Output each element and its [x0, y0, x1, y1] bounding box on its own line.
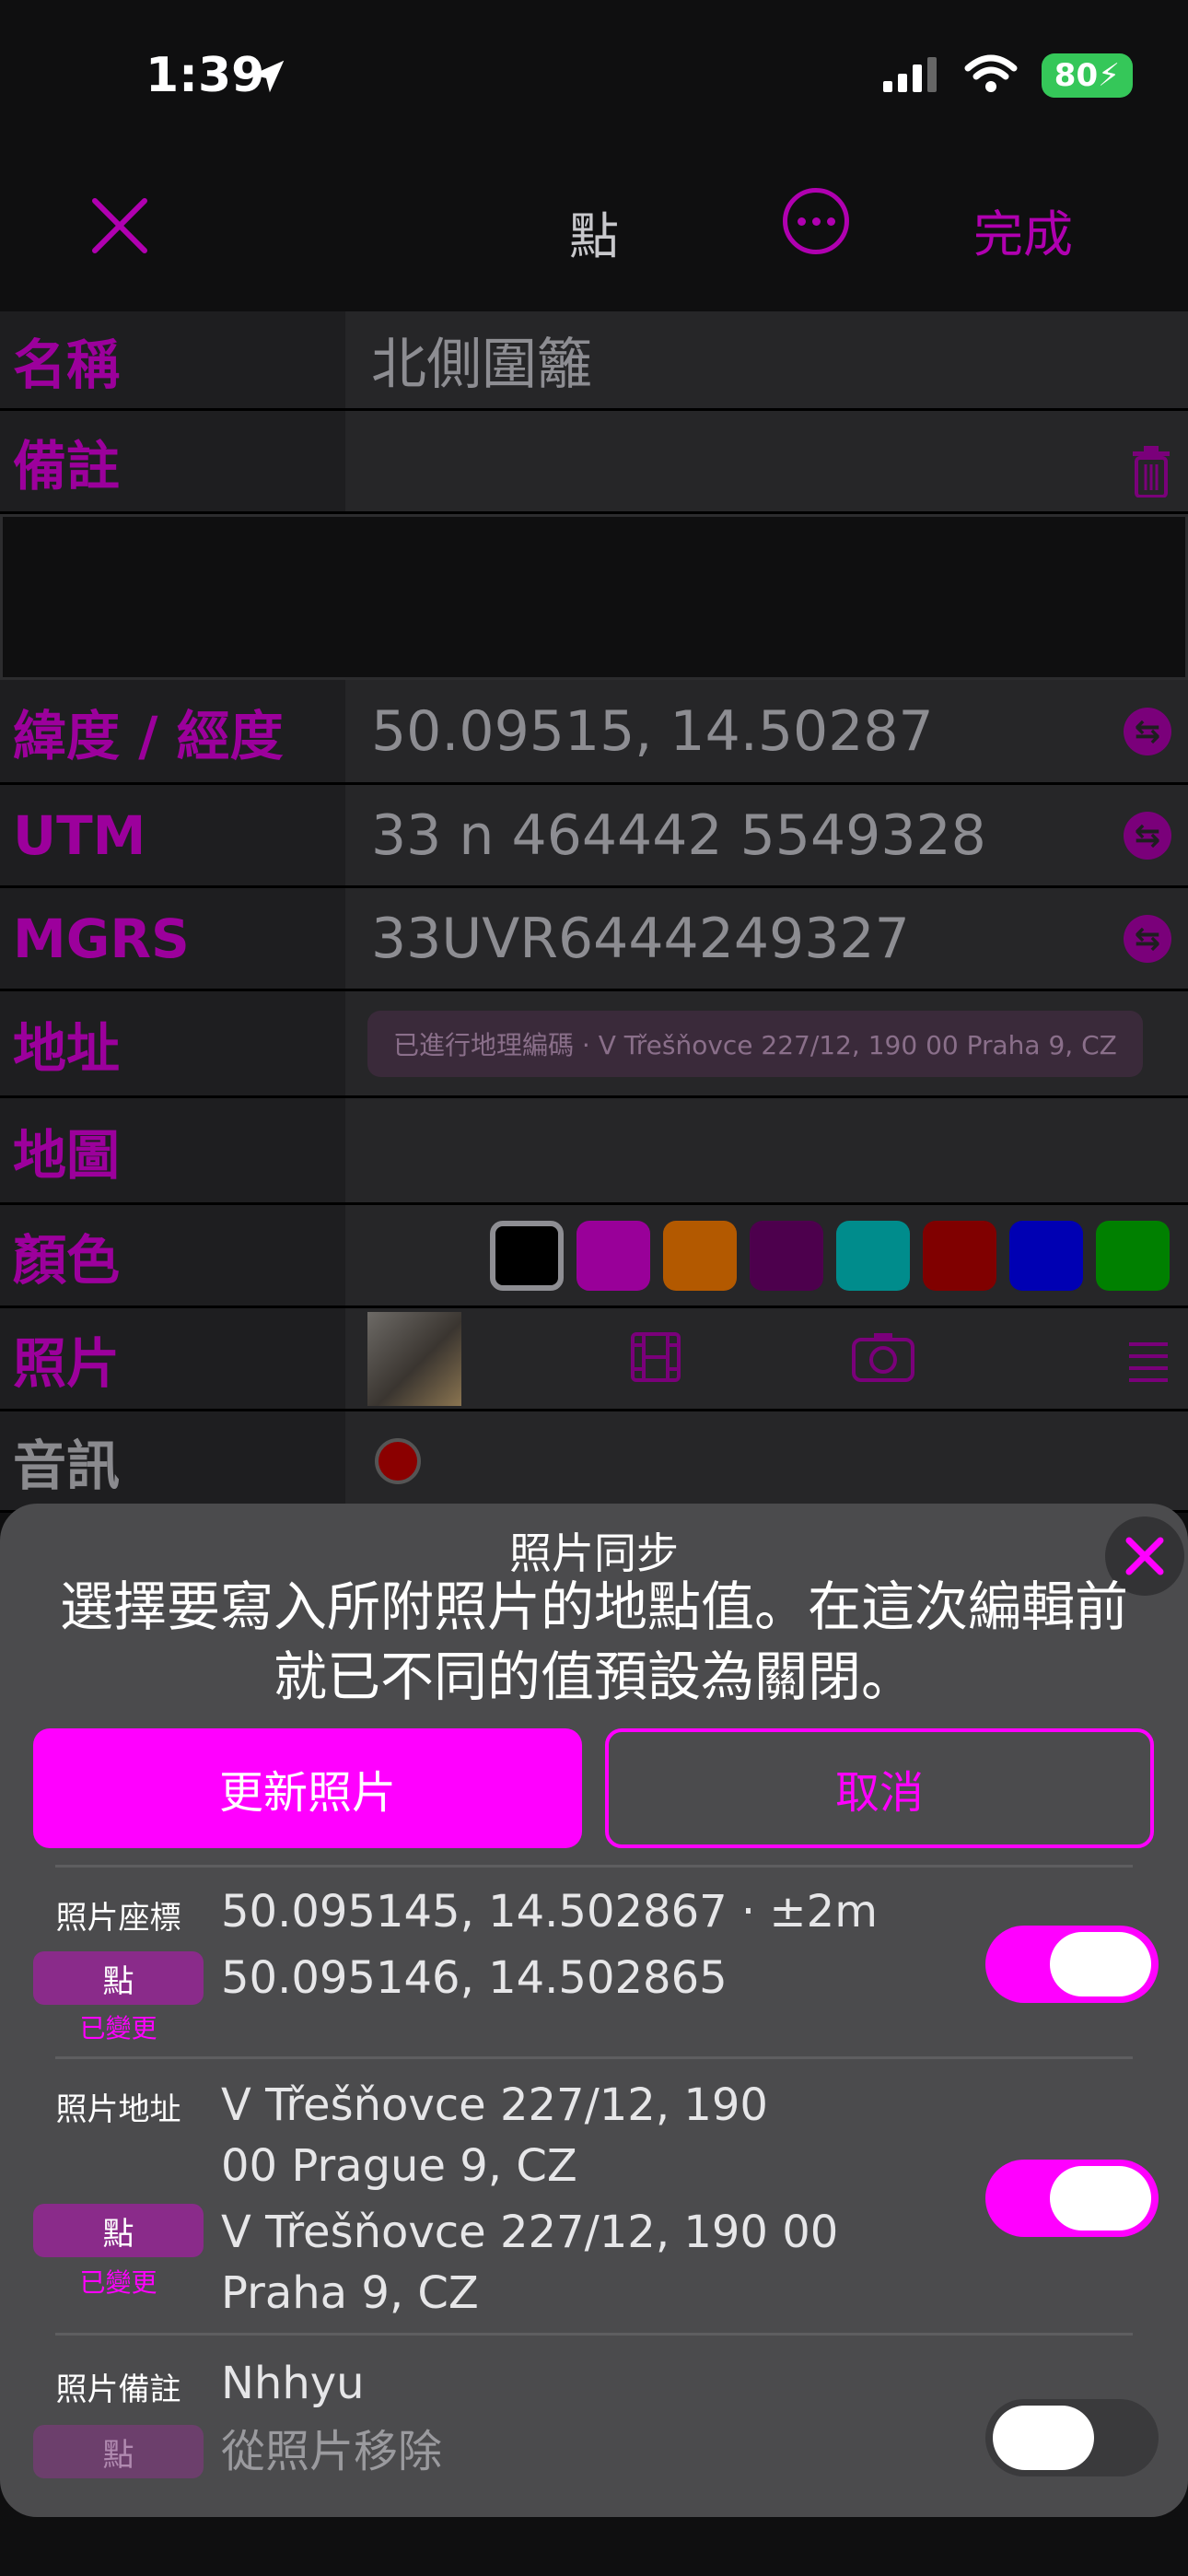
battery-level: 80: [1054, 57, 1099, 94]
mgrs-label: MGRS: [0, 888, 345, 989]
point-badge: 點: [33, 2425, 204, 2478]
color-row: 顏色: [0, 1205, 1188, 1308]
changed-badge: 已變更: [79, 2013, 157, 2043]
camera-icon[interactable]: [850, 1330, 916, 1398]
photo-address-value: V Třešňovce 227/12, 190 00 Prague 9, CZ: [221, 2079, 768, 2192]
color-label: 顏色: [0, 1205, 345, 1306]
audio-row: 音訊: [0, 1411, 1188, 1513]
color-swatch[interactable]: [1009, 1220, 1083, 1291]
map-row: 地圖: [0, 1098, 1188, 1205]
list-icon[interactable]: [1127, 1334, 1170, 1399]
address-chip[interactable]: 已進行地理編碼 · V Třešňovce 227/12, 190 00 Pra…: [367, 1010, 1143, 1077]
notes-textarea[interactable]: [0, 514, 1188, 680]
mgrs-row: MGRS 33UVR6444249327 ⇆: [0, 888, 1188, 991]
latlon-field[interactable]: 50.09515, 14.50287: [371, 699, 934, 764]
item-label: 照片備註: [55, 2371, 181, 2408]
mgrs-field[interactable]: 33UVR6444249327: [371, 907, 910, 971]
address-toggle[interactable]: [985, 2160, 1159, 2237]
item-label: 照片座標: [55, 1900, 181, 1937]
point-address-value: V Třešňovce 227/12, 190 00 Praha 9, CZ: [221, 2207, 839, 2319]
cancel-button[interactable]: 取消: [605, 1728, 1154, 1848]
photo-thumbnail[interactable]: [367, 1311, 461, 1406]
notes-toggle[interactable]: [985, 2399, 1159, 2476]
map-field[interactable]: [345, 1098, 1188, 1202]
cellular-signal-icon: [881, 55, 940, 96]
latlon-label: 緯度 / 經度: [0, 680, 345, 782]
location-arrow-icon: [247, 55, 289, 101]
color-picker: [345, 1205, 1188, 1306]
update-photo-button[interactable]: 更新照片: [33, 1728, 582, 1848]
audio-label: 音訊: [0, 1411, 345, 1510]
point-notes-value: 從照片移除: [221, 2426, 443, 2477]
map-label: 地圖: [0, 1098, 345, 1202]
photo-label: 照片: [0, 1308, 345, 1409]
name-label: 名稱: [0, 311, 345, 408]
coordinates-toggle[interactable]: [985, 1926, 1159, 2003]
name-field[interactable]: 北側圍籬: [345, 311, 1188, 408]
film-icon[interactable]: [629, 1330, 682, 1398]
notes-label: 備註: [0, 411, 345, 511]
color-swatch[interactable]: [663, 1220, 737, 1291]
point-coordinates-value: 50.095146, 14.502865: [221, 1952, 728, 2004]
photo-row: 照片: [0, 1308, 1188, 1411]
address-label: 地址: [0, 991, 345, 1095]
divider: [55, 1865, 1133, 1868]
battery-icon: 80⚡: [1041, 53, 1133, 98]
point-badge: 點: [33, 2204, 204, 2257]
color-swatch[interactable]: [836, 1220, 910, 1291]
wifi-icon: [964, 53, 1018, 98]
swap-icon[interactable]: ⇆: [1124, 914, 1171, 963]
latlon-row: 緯度 / 經度 50.09515, 14.50287 ⇆: [0, 680, 1188, 785]
status-indicators: 80⚡: [881, 53, 1133, 98]
notes-header: [345, 411, 1188, 511]
changed-badge: 已變更: [79, 2267, 157, 2298]
color-swatch[interactable]: [923, 1220, 996, 1291]
color-swatch[interactable]: [1096, 1220, 1170, 1291]
sheet-message: 選擇要寫入所附照片的地點值。在這次編輯前就已不同的值預設為關閉。: [59, 1575, 1128, 1708]
color-swatch[interactable]: [750, 1220, 823, 1291]
utm-label: UTM: [0, 785, 345, 885]
address-row: 地址 已進行地理編碼 · V Třešňovce 227/12, 190 00 …: [0, 991, 1188, 1098]
more-options-icon[interactable]: [783, 188, 849, 254]
notes-row: 備註: [0, 411, 1188, 514]
trash-icon[interactable]: [1131, 446, 1171, 511]
name-row: 名稱 北側圍籬: [0, 311, 1188, 411]
record-icon[interactable]: [375, 1437, 421, 1484]
divider: [55, 2333, 1133, 2336]
swap-icon[interactable]: ⇆: [1124, 811, 1171, 860]
utm-row: UTM 33 n 464442 5549328 ⇆: [0, 785, 1188, 888]
photo-notes-value: Nhhyu: [221, 2358, 365, 2409]
divider: [55, 2056, 1133, 2059]
color-swatch[interactable]: [577, 1220, 650, 1291]
utm-field[interactable]: 33 n 464442 5549328: [371, 803, 986, 868]
swap-icon[interactable]: ⇆: [1124, 707, 1171, 755]
point-badge: 點: [33, 1951, 204, 2005]
photo-coordinates-value: 50.095145, 14.502867 · ±2m: [221, 1886, 878, 1938]
point-form: 名稱 北側圍籬 備註 緯度 / 經度 50.09515, 14.50287 ⇆ U…: [0, 311, 1188, 1513]
color-swatch[interactable]: [490, 1220, 564, 1291]
item-label: 照片地址: [55, 2091, 181, 2128]
done-button[interactable]: 完成: [973, 193, 1073, 266]
